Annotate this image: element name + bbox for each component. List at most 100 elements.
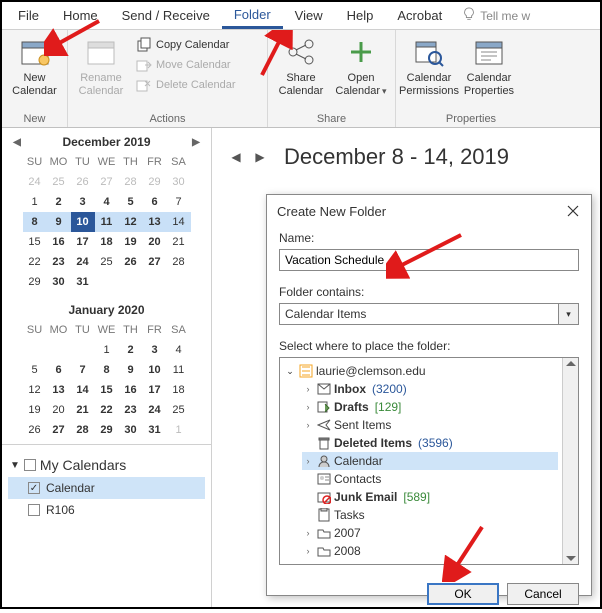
calendar-day[interactable]: 13 [47, 380, 71, 400]
expand-icon[interactable]: › [302, 402, 314, 412]
calendar-day[interactable]: 15 [95, 380, 119, 400]
tree-item[interactable]: ›2007 [302, 524, 558, 542]
tree-scrollbar[interactable] [562, 358, 578, 564]
calendar-day[interactable]: 25 [167, 400, 191, 420]
calendar-day[interactable]: 16 [47, 232, 71, 252]
calendar-day[interactable]: 12 [119, 212, 143, 232]
calendar-day[interactable]: 6 [47, 360, 71, 380]
calendar-day[interactable]: 24 [23, 172, 47, 192]
tree-root[interactable]: ⌄ laurie@clemson.edu [284, 362, 558, 380]
calendar-day[interactable]: 26 [71, 172, 95, 192]
calendar-properties-button[interactable]: Calendar Properties [460, 32, 518, 102]
calendar-day[interactable]: 5 [119, 192, 143, 212]
calendar-permissions-button[interactable]: Calendar Permissions [400, 32, 458, 102]
calendar-day[interactable]: 28 [119, 172, 143, 192]
calendar-day[interactable]: 25 [47, 172, 71, 192]
tell-me-search[interactable]: Tell me w [454, 2, 538, 29]
calendar-day[interactable]: 31 [71, 272, 95, 292]
tree-item[interactable]: Tasks [302, 506, 558, 524]
folder-contains-select[interactable]: Calendar Items [279, 303, 559, 325]
my-calendars-checkbox[interactable] [24, 459, 36, 471]
expand-icon[interactable]: › [302, 384, 314, 394]
select-dropdown-button[interactable]: ▾ [559, 303, 579, 325]
calendar-day[interactable]: 1 [167, 420, 191, 440]
prev-month-button[interactable]: ◀ [10, 135, 24, 149]
prev-week-button[interactable]: ◀ [228, 149, 244, 165]
collapse-icon[interactable]: ⌄ [284, 366, 296, 377]
folder-name-input[interactable] [279, 249, 579, 271]
tab-help[interactable]: Help [335, 2, 386, 29]
calendar-day[interactable]: 19 [119, 232, 143, 252]
tree-item[interactable]: ›Drafts[129] [302, 398, 558, 416]
calendar-day[interactable]: 23 [119, 400, 143, 420]
tab-view[interactable]: View [283, 2, 335, 29]
calendar-day[interactable]: 27 [143, 252, 167, 272]
calendar-day[interactable]: 22 [95, 400, 119, 420]
calendar-day[interactable]: 27 [95, 172, 119, 192]
calendar-day[interactable]: 1 [23, 192, 47, 212]
calendar-day[interactable]: 3 [71, 192, 95, 212]
tree-item[interactable]: Contacts [302, 470, 558, 488]
calendar-checkbox[interactable]: ✓ [28, 482, 40, 494]
calendar-day[interactable]: 8 [95, 360, 119, 380]
tree-item[interactable]: ›Sent Items [302, 416, 558, 434]
calendar-day[interactable]: 22 [23, 252, 47, 272]
expand-icon[interactable]: › [302, 528, 314, 538]
calendar-day[interactable]: 1 [95, 340, 119, 360]
copy-calendar-button[interactable]: Copy Calendar [132, 36, 240, 54]
calendar-day[interactable]: 3 [143, 340, 167, 360]
expand-icon[interactable]: › [302, 420, 314, 430]
new-calendar-button[interactable]: New Calendar [6, 32, 63, 102]
next-week-button[interactable]: ▶ [252, 149, 268, 165]
calendar-day[interactable]: 29 [23, 272, 47, 292]
cancel-button[interactable]: Cancel [507, 583, 579, 605]
calendar-day[interactable]: 26 [23, 420, 47, 440]
my-calendars-toggle[interactable]: ▼ My Calendars [8, 453, 205, 477]
expand-icon[interactable]: › [302, 546, 314, 556]
calendar-day[interactable]: 31 [143, 420, 167, 440]
folder-tree[interactable]: ⌄ laurie@clemson.edu ›Inbox(3200)›Drafts… [280, 358, 562, 564]
calendar-day[interactable]: 13 [143, 212, 167, 232]
calendar-day[interactable]: 25 [95, 252, 119, 272]
calendar-day[interactable]: 17 [143, 380, 167, 400]
calendar-day[interactable]: 16 [119, 380, 143, 400]
tree-item[interactable]: ›Calendar [302, 452, 558, 470]
calendar-day[interactable]: 5 [23, 360, 47, 380]
calendar-list-item[interactable]: R106 [8, 499, 205, 521]
calendar-day[interactable]: 27 [47, 420, 71, 440]
tree-item[interactable]: ›Inbox(3200) [302, 380, 558, 398]
share-calendar-button[interactable]: Share Calendar [272, 32, 330, 102]
calendar-day[interactable]: 7 [167, 192, 191, 212]
calendar-day[interactable]: 24 [143, 400, 167, 420]
calendar-day[interactable]: 11 [167, 360, 191, 380]
calendar-day[interactable]: 26 [119, 252, 143, 272]
tree-item[interactable]: Deleted Items(3596) [302, 434, 558, 452]
calendar-day[interactable]: 14 [167, 212, 191, 232]
calendar-day[interactable]: 6 [143, 192, 167, 212]
open-calendar-button[interactable]: Open Calendar▾ [332, 32, 390, 102]
calendar-day[interactable]: 30 [119, 420, 143, 440]
calendar-day[interactable]: 18 [95, 232, 119, 252]
tree-item[interactable]: ›2008 [302, 542, 558, 560]
calendar-day[interactable]: 20 [47, 400, 71, 420]
calendar-day[interactable]: 12 [23, 380, 47, 400]
calendar-day[interactable]: 4 [95, 192, 119, 212]
calendar-day[interactable]: 21 [71, 400, 95, 420]
tab-sendreceive[interactable]: Send / Receive [110, 2, 222, 29]
calendar-day[interactable]: 19 [23, 400, 47, 420]
calendar-day[interactable]: 17 [71, 232, 95, 252]
calendar-day[interactable]: 23 [47, 252, 71, 272]
calendar-day[interactable]: 8 [23, 212, 47, 232]
calendar-day[interactable]: 11 [95, 212, 119, 232]
calendar-day[interactable]: 29 [95, 420, 119, 440]
calendar-day[interactable]: 2 [47, 192, 71, 212]
next-month-button[interactable]: ▶ [189, 135, 203, 149]
tab-file[interactable]: File [6, 2, 51, 29]
calendar-day[interactable]: 9 [119, 360, 143, 380]
calendar-day[interactable]: 30 [167, 172, 191, 192]
tree-item[interactable]: Junk Email[589] [302, 488, 558, 506]
calendar-day[interactable]: 4 [167, 340, 191, 360]
calendar-day[interactable]: 20 [143, 232, 167, 252]
calendar-day[interactable]: 10 [71, 212, 95, 232]
calendar-day[interactable]: 28 [71, 420, 95, 440]
